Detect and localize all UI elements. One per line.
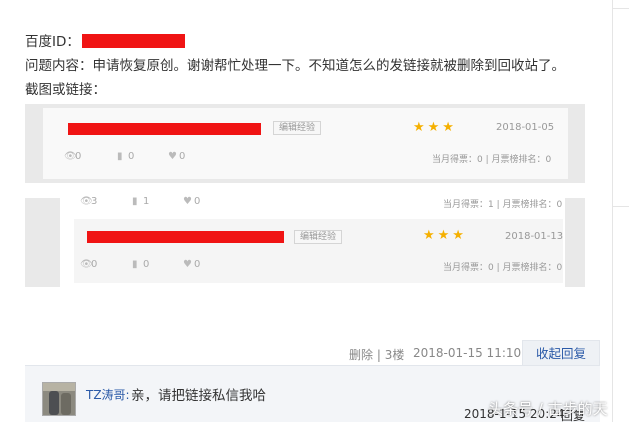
eye-icon: 👁 bbox=[80, 196, 93, 207]
problem-text: 申请恢复原创。谢谢帮忙处理一下。不知道怎么的发链接就被删除到回收站了。 bbox=[92, 58, 566, 74]
monthly-rank: 当月得票：0 | 月票榜排名：0 bbox=[432, 155, 552, 165]
heart-icon: ♥ bbox=[183, 196, 192, 207]
date: 2018-01-05 bbox=[496, 122, 555, 133]
votes-stat: ▮ 1 bbox=[132, 196, 150, 207]
eye-icon: 👁 bbox=[64, 151, 77, 162]
rating-stars: ★★★ bbox=[413, 120, 457, 135]
heart-icon: ♥ bbox=[183, 259, 192, 270]
delete-link[interactable]: 删除 bbox=[349, 348, 373, 362]
watermark: 头条号 / 古步的天 bbox=[488, 400, 608, 418]
reply-username[interactable]: TZ涛哥: bbox=[86, 386, 130, 403]
thumb-icon: ▮ bbox=[117, 151, 123, 162]
avatar[interactable] bbox=[42, 382, 76, 416]
views-stat: 👁3 bbox=[80, 196, 98, 207]
page: 百度ID： 问题内容：申请恢复原创。谢谢帮忙处理一下。不知道怎么的发链接就被删除… bbox=[0, 0, 629, 422]
votes-stat: ▮ 0 bbox=[132, 259, 150, 270]
likes-stat: ♥ 0 bbox=[183, 259, 201, 270]
post-meta: 删除 | 3楼 bbox=[349, 348, 405, 362]
divider bbox=[612, 8, 629, 9]
edit-experience-tag: 编辑经验 bbox=[294, 230, 343, 244]
problem-label: 问题内容： bbox=[25, 58, 93, 74]
baidu-id-line: 百度ID： bbox=[25, 30, 185, 50]
views-stat: 👁0 bbox=[80, 259, 98, 270]
post-time: 2018-01-15 11:10 bbox=[413, 346, 522, 360]
redacted-title bbox=[68, 123, 261, 135]
right-divider bbox=[612, 0, 613, 422]
problem-line: 问题内容：申请恢复原创。谢谢帮忙处理一下。不知道怎么的发链接就被删除到回收站了。 bbox=[25, 54, 565, 74]
rating-stars: ★★★ bbox=[423, 228, 467, 243]
floor-number: 3楼 bbox=[384, 348, 405, 362]
votes-stat: ▮ 0 bbox=[117, 151, 135, 162]
heart-icon: ♥ bbox=[168, 151, 177, 162]
thumb-icon: ▮ bbox=[132, 259, 138, 270]
collapse-replies-button[interactable]: 收起回复 bbox=[522, 340, 600, 366]
date: 2018-01-13 bbox=[505, 231, 564, 242]
screenshot-label: 截图或链接： bbox=[25, 82, 106, 98]
eye-icon: 👁 bbox=[80, 259, 93, 270]
views-stat: 👁0 bbox=[64, 151, 82, 162]
monthly-rank: 当月得票：1 | 月票榜排名：0 bbox=[443, 200, 563, 210]
edit-experience-tag: 编辑经验 bbox=[273, 121, 322, 135]
monthly-rank: 当月得票：0 | 月票榜排名：0 bbox=[443, 263, 563, 273]
likes-stat: ♥ 0 bbox=[168, 151, 186, 162]
divider bbox=[612, 206, 629, 207]
screenshot-1-card bbox=[43, 108, 568, 179]
redacted-id bbox=[81, 34, 185, 48]
reply-text: 亲，请把链接私信我哈 bbox=[131, 388, 266, 404]
baidu-id-label: 百度ID： bbox=[25, 34, 80, 50]
screenshot-2-item bbox=[74, 219, 563, 283]
redacted-title bbox=[87, 231, 284, 243]
thumb-icon: ▮ bbox=[132, 196, 138, 207]
likes-stat: ♥ 0 bbox=[183, 196, 201, 207]
